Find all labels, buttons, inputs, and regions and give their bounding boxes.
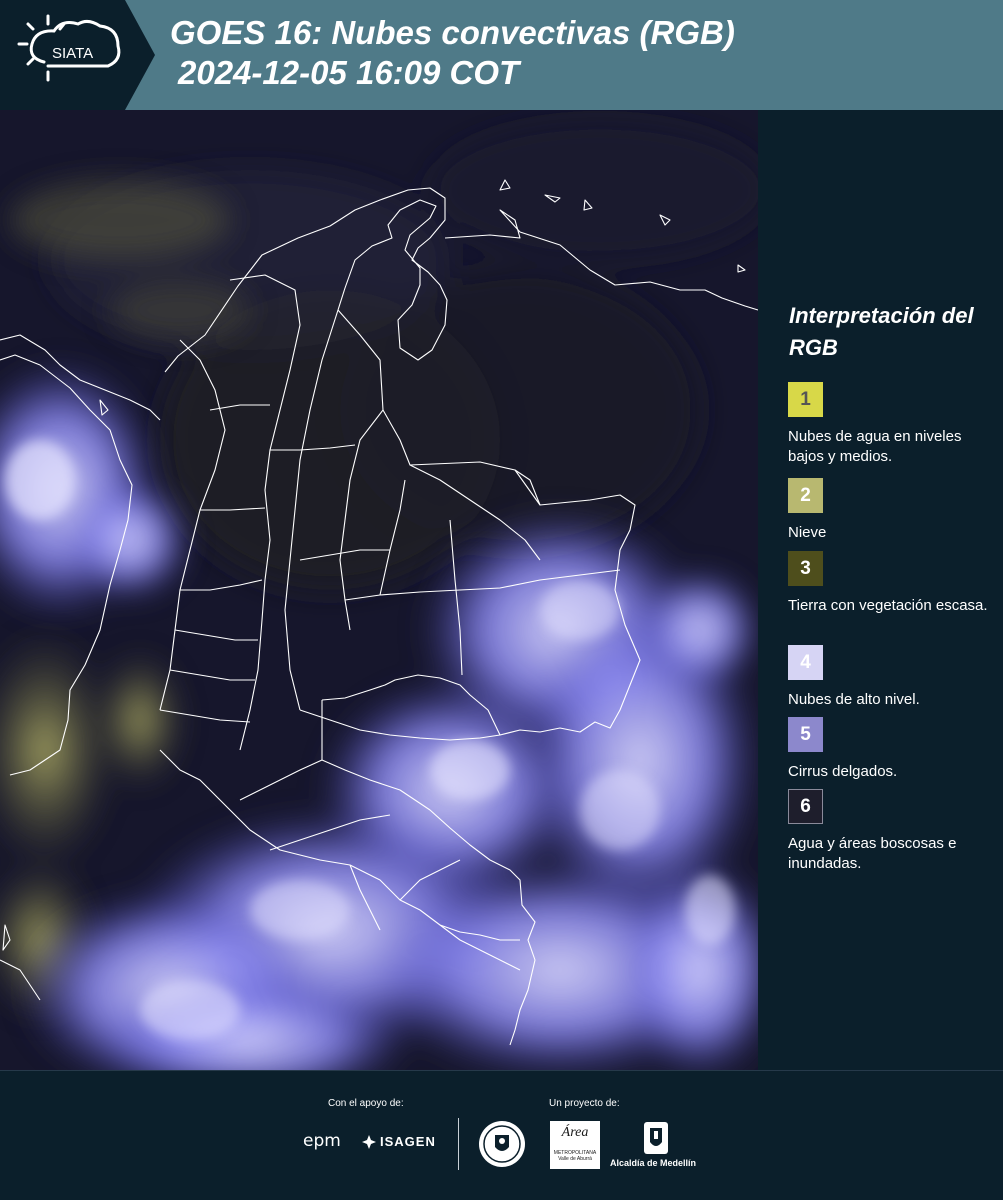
timestamp-title: 2024-12-05 16:09 COT [178, 54, 520, 91]
amva-name: Área [561, 1125, 589, 1140]
isagen-label: ISAGEN [380, 1134, 436, 1149]
legend-item-4: 4 Nubes de alto nivel. [788, 645, 998, 710]
legend-swatch-4: 4 [788, 645, 823, 680]
siata-logo-block: SIATA [0, 0, 155, 110]
siata-logo-icon: SIATA [17, 14, 121, 82]
medellin-seal-icon[interactable] [478, 1119, 526, 1169]
page-title: GOES 16: Nubes convectivas (RGB) [170, 14, 735, 51]
isagen-star-icon [362, 1134, 376, 1149]
legend-item-1: 1 Nubes de agua en niveles bajos y medio… [788, 382, 998, 467]
epm-logo[interactable]: epm [303, 1131, 341, 1151]
legend-label-3: Tierra con vegetación escasa. [788, 597, 988, 614]
legend-label-4: Nubes de alto nivel. [788, 691, 920, 708]
legend-swatch-5: 5 [788, 717, 823, 752]
legend-label-2: Nieve [788, 524, 827, 541]
satellite-map-icon [0, 110, 758, 1070]
legend-label-6: Agua y áreas boscosas e inundadas. [788, 835, 957, 872]
isagen-logo[interactable]: ISAGEN [362, 1134, 436, 1149]
legend-label-1: Nubes de agua en niveles bajos y medios. [788, 428, 962, 465]
legend-title: Interpretación del RGB [789, 303, 974, 360]
amva-subtitle: METROPOLITANA Valle de Aburrá [553, 1150, 597, 1162]
legend-item-6: 6 Agua y áreas boscosas e inundadas. [788, 789, 998, 874]
legend-item-2: 2 Nieve [788, 478, 998, 543]
legend-item-3: 3 Tierra con vegetación escasa. [788, 551, 998, 616]
footer-bar: Con el apoyo de: Un proyecto de: epm ISA… [0, 1070, 1003, 1200]
legend-item-5: 5 Cirrus delgados. [788, 717, 998, 782]
support-label: Con el apoyo de: [328, 1098, 404, 1109]
header-bar: SIATA GOES 16: Nubes convectivas (RGB) 2… [0, 0, 1003, 110]
project-label: Un proyecto de: [549, 1098, 620, 1109]
legend-swatch-1: 1 [788, 382, 823, 417]
legend-swatch-2: 2 [788, 478, 823, 513]
footer-divider [458, 1118, 459, 1170]
legend-label-5: Cirrus delgados. [788, 763, 898, 780]
svg-text:SIATA: SIATA [52, 45, 93, 62]
legend-swatch-6: 6 [788, 789, 823, 824]
alcaldia-crest-icon[interactable] [642, 1120, 670, 1156]
legend-swatch-3: 3 [788, 551, 823, 586]
alcaldia-label: Alcaldía de Medellín [610, 1158, 697, 1168]
area-metropolitana-logo[interactable]: Área METROPOLITANA Valle de Aburrá [550, 1121, 600, 1169]
legend-panel: Interpretación del RGB 1 Nubes de agua e… [758, 110, 1003, 1070]
satellite-map-panel[interactable] [0, 110, 758, 1070]
